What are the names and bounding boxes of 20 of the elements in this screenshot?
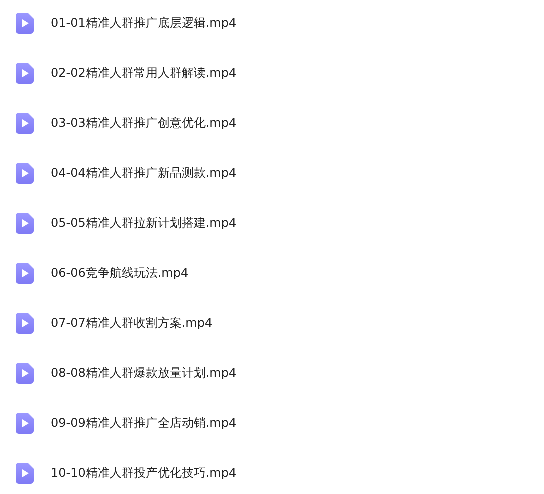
video-file-icon [16, 462, 34, 484]
video-file-icon [16, 212, 34, 234]
file-name[interactable]: 05-05精准人群拉新计划搭建.mp4 [51, 215, 237, 231]
file-name[interactable]: 06-06竞争航线玩法.mp4 [51, 265, 189, 281]
video-file-icon [16, 262, 34, 284]
video-file-icon [16, 412, 34, 434]
file-name[interactable]: 09-09精准人群推广全店动销.mp4 [51, 415, 237, 431]
file-name[interactable]: 07-07精准人群收割方案.mp4 [51, 315, 213, 331]
file-name[interactable]: 10-10精准人群投产优化技巧.mp4 [51, 465, 237, 481]
file-name[interactable]: 08-08精准人群爆款放量计划.mp4 [51, 365, 237, 381]
video-file-icon [16, 162, 34, 184]
video-file-icon [16, 12, 34, 34]
file-name[interactable]: 01-01精准人群推广底层逻辑.mp4 [51, 15, 237, 31]
file-name[interactable]: 02-02精准人群常用人群解读.mp4 [51, 65, 237, 81]
video-file-icon [16, 312, 34, 334]
video-file-icon [16, 362, 34, 384]
file-name[interactable]: 04-04精准人群推广新品测款.mp4 [51, 165, 237, 181]
file-name[interactable]: 03-03精准人群推广创意优化.mp4 [51, 115, 237, 131]
video-file-icon [16, 62, 34, 84]
video-file-icon [16, 112, 34, 134]
